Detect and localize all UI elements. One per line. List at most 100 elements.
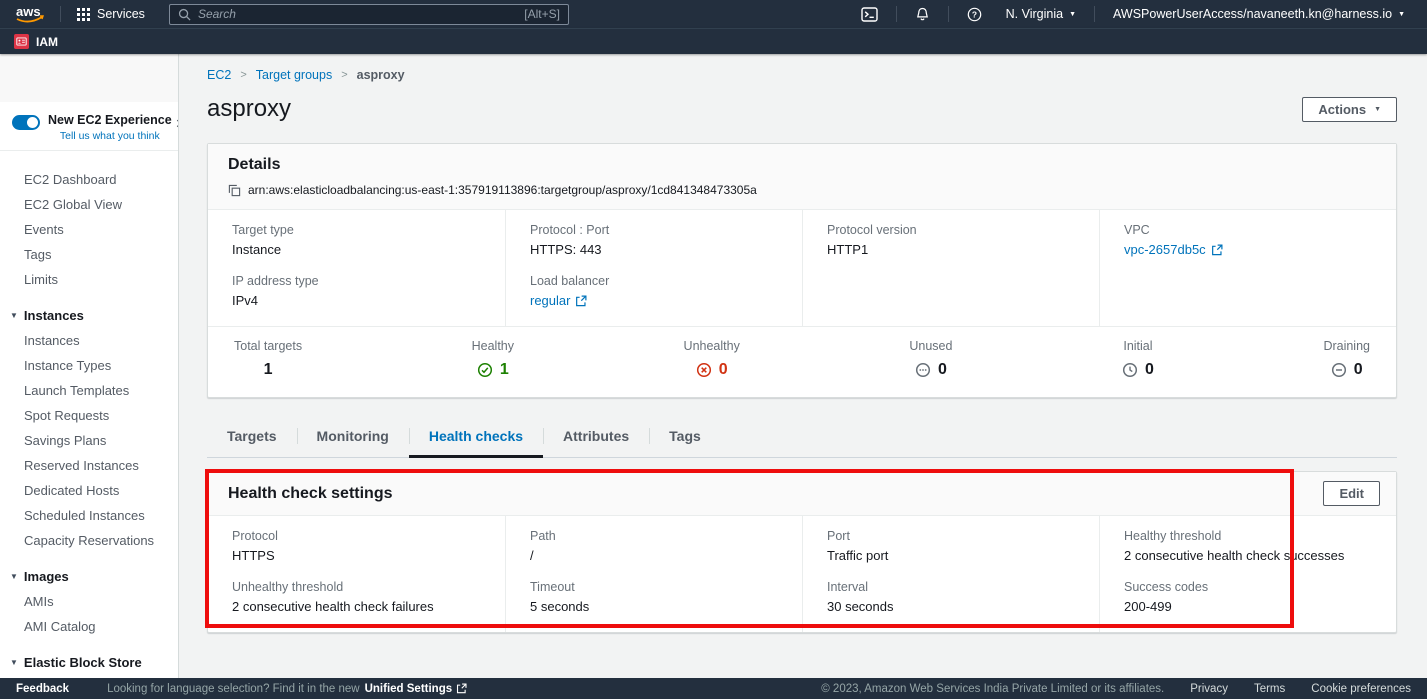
counter-value: 1 [264,361,273,379]
tab-health-checks[interactable]: Health checks [409,415,543,457]
favorite-iam-link[interactable]: IAM [14,34,58,49]
counter-healthy: Healthy 1 [472,339,514,381]
sidebar-item-events[interactable]: Events [0,217,178,242]
target-group-arn: arn:aws:elasticloadbalancing:us-east-1:3… [248,183,757,197]
protocol-port-value: HTTPS: 443 [530,242,778,257]
tab-attributes[interactable]: Attributes [543,415,649,457]
vpc-link[interactable]: vpc-2657db5c [1124,242,1223,257]
search-shortcut-hint: [Alt+S] [524,7,560,21]
sidebar-section-elastic-block-store[interactable]: ▼ Elastic Block Store [0,650,178,675]
actions-label: Actions [1318,102,1366,117]
details-header: Details arn:aws:elasticloadbalancing:us-… [208,144,1396,210]
account-menu[interactable]: AWSPowerUserAccess/navaneeth.kn@harness.… [1101,7,1417,21]
terms-link[interactable]: Terms [1254,683,1285,695]
hc-interval-value: 30 seconds [827,599,1075,614]
divider [896,6,897,22]
iam-service-icon [14,34,29,49]
field-label: Unhealthy threshold [232,580,481,594]
health-check-column-2: Path / Timeout 5 seconds [505,516,802,632]
account-label: AWSPowerUserAccess/navaneeth.kn@harness.… [1113,7,1392,21]
load-balancer-link[interactable]: regular [530,293,587,308]
main-content: EC2 > Target groups > asproxy asproxy Ac… [179,54,1427,678]
draining-minus-icon [1331,362,1347,378]
chevron-down-icon: ▼ [1374,106,1381,113]
counter-value: 0 [1145,361,1154,379]
divider [948,6,949,22]
new-ec2-experience-toggle[interactable] [12,115,40,130]
sidebar-item-limits[interactable]: Limits [0,267,178,292]
sidebar-item-instances[interactable]: Instances [0,328,178,353]
initial-clock-icon [1122,362,1138,378]
notifications-bell-button[interactable] [903,7,942,22]
field-label: Interval [827,580,1075,594]
counter-label: Healthy [472,339,514,353]
sidebar-item-launch-templates[interactable]: Launch Templates [0,378,178,403]
feedback-link[interactable]: Feedback [16,683,69,695]
field-label: Load balancer [530,274,778,288]
global-search[interactable]: [Alt+S] [169,4,569,25]
field-label: Timeout [530,580,778,594]
hc-timeout-value: 5 seconds [530,599,778,614]
sidebar-top-spacer [0,54,178,102]
sidebar-item-capacity-reservations[interactable]: Capacity Reservations [0,528,178,553]
edit-button[interactable]: Edit [1323,481,1380,506]
experience-feedback-link[interactable]: Tell us what you think [48,130,172,142]
details-column-3: Protocol version HTTP1 [802,210,1099,326]
actions-button[interactable]: Actions ▼ [1302,97,1397,122]
privacy-link[interactable]: Privacy [1190,683,1228,695]
search-input[interactable] [198,7,517,21]
services-menu[interactable]: Services [67,7,155,21]
sidebar-item-amis[interactable]: AMIs [0,589,178,614]
breadcrumb-ec2[interactable]: EC2 [207,68,231,82]
copy-icon[interactable] [228,184,241,197]
experience-title: New EC2 Experience [48,113,172,127]
tab-tags[interactable]: Tags [649,415,721,457]
field-label: Path [530,529,778,543]
hc-unhealthy-threshold-value: 2 consecutive health check failures [232,599,481,614]
breadcrumb-separator-icon: > [341,69,347,81]
unified-settings-label: Unified Settings [365,683,453,695]
details-column-4: VPC vpc-2657db5c [1099,210,1396,326]
unified-settings-link[interactable]: Unified Settings [365,683,468,695]
region-selector[interactable]: N. Virginia ▼ [994,7,1088,21]
tab-monitoring[interactable]: Monitoring [297,415,409,457]
top-navigation-bar: aws Services [Alt+S] [0,0,1427,28]
sidebar-item-ami-catalog[interactable]: AMI Catalog [0,614,178,639]
sidebar-item-instance-types[interactable]: Instance Types [0,353,178,378]
sidebar-section-images[interactable]: ▼ Images [0,564,178,589]
aws-logo[interactable]: aws [10,3,54,25]
region-label: N. Virginia [1006,7,1063,21]
services-grid-icon [77,8,90,21]
hc-path-value: / [530,548,778,563]
sidebar-item-ec2-global-view[interactable]: EC2 Global View [0,192,178,217]
divider [1094,6,1095,22]
healthy-check-icon [477,362,493,378]
sidebar-item-dedicated-hosts[interactable]: Dedicated Hosts [0,478,178,503]
sidebar-item-spot-requests[interactable]: Spot Requests [0,403,178,428]
health-check-title: Health check settings [228,485,393,503]
sidebar-item-scheduled-instances[interactable]: Scheduled Instances [0,503,178,528]
counter-value: 0 [719,361,728,379]
sidebar-item-reserved-instances[interactable]: Reserved Instances [0,453,178,478]
counter-label: Total targets [234,339,302,353]
help-button[interactable]: ? [955,7,994,22]
counter-label: Unhealthy [684,339,740,353]
page-title: asproxy [207,95,291,123]
cloudshell-button[interactable] [849,7,890,22]
close-icon[interactable]: × [172,113,179,134]
sidebar-item-tags[interactable]: Tags [0,242,178,267]
field-label: IP address type [232,274,481,288]
toggle-knob [27,117,38,128]
section-label: Elastic Block Store [24,655,142,670]
cookie-preferences-link[interactable]: Cookie preferences [1311,683,1411,695]
breadcrumb-target-groups[interactable]: Target groups [256,68,332,82]
svg-text:aws: aws [16,4,41,19]
sidebar-item-ec2-dashboard[interactable]: EC2 Dashboard [0,167,178,192]
health-check-column-3: Port Traffic port Interval 30 seconds [802,516,1099,632]
field-label: Protocol : Port [530,223,778,237]
sidebar-section-instances[interactable]: ▼ Instances [0,303,178,328]
external-link-icon [1211,244,1223,256]
tab-targets[interactable]: Targets [207,415,297,457]
sidebar-item-savings-plans[interactable]: Savings Plans [0,428,178,453]
target-type-value: Instance [232,242,481,257]
